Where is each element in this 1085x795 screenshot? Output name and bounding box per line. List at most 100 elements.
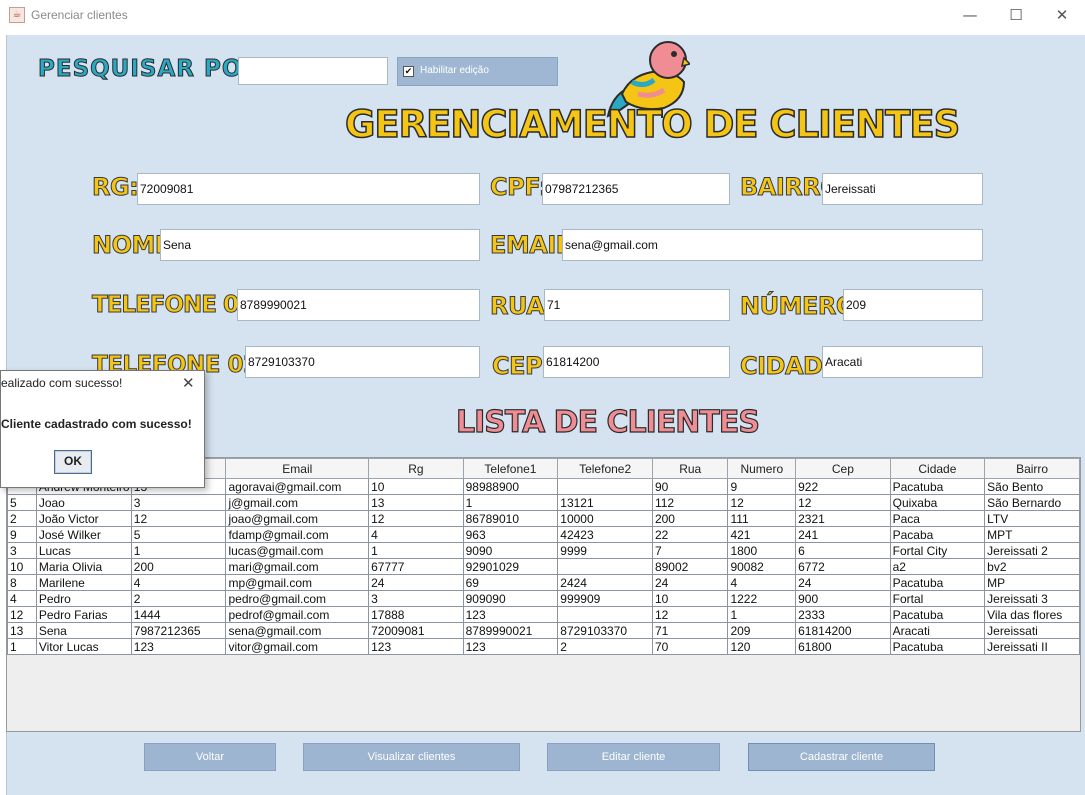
table-cell: 123 bbox=[462, 606, 559, 623]
dialog-close-icon[interactable]: ✕ bbox=[182, 374, 195, 392]
table-cell: 6772 bbox=[795, 558, 891, 575]
table-cell: 7987212365 bbox=[130, 622, 227, 639]
cidade-field[interactable]: Aracati bbox=[822, 346, 983, 378]
table-cell: 900 bbox=[795, 590, 891, 607]
column-header[interactable]: Cep bbox=[795, 458, 891, 479]
table-cell: Pacatuba bbox=[889, 638, 986, 655]
table-row[interactable]: 4 Pedro 2 pedro@gmail.com 3 909090 999909 10 122… bbox=[7, 590, 1080, 607]
cpf-field[interactable]: 07987212365 bbox=[542, 173, 730, 205]
bairro-field[interactable]: Jereissati bbox=[822, 173, 983, 205]
table-cell: 90 bbox=[651, 478, 729, 495]
table-row[interactable]: 5 Joao 3 j@gmail.com 13 1 13121 112 12 12 Quixaba S… bbox=[7, 494, 1080, 511]
column-header[interactable]: Rg bbox=[368, 458, 464, 479]
voltar-button[interactable]: Voltar bbox=[144, 743, 276, 771]
table-row[interactable]: 12 Pedro Farias 1444 pedrof@gmail.com 17888 1… bbox=[7, 606, 1080, 623]
table-cell: 2424 bbox=[557, 574, 653, 591]
table-cell: 13 bbox=[368, 494, 464, 511]
table-cell: LTV bbox=[984, 510, 1080, 527]
cadastrar-cliente-button[interactable]: Cadastrar cliente bbox=[748, 743, 935, 771]
page-title: GERENCIAMENTO DE CLIENTES bbox=[344, 102, 961, 147]
table-row[interactable]: 13 Sena 7987212365 sena@gmail.com 72009081 87… bbox=[7, 622, 1080, 639]
table-cell: 1800 bbox=[727, 542, 797, 559]
minimize-icon[interactable]: — bbox=[947, 0, 993, 31]
nome-field[interactable]: Sena bbox=[160, 229, 480, 261]
cep-field[interactable]: 61814200 bbox=[543, 346, 730, 378]
table-cell: 4 bbox=[727, 574, 797, 591]
table-cell: 5 bbox=[130, 526, 227, 543]
success-dialog: ealizado com sucesso! ✕ Cliente cadastra… bbox=[0, 370, 205, 488]
table-row[interactable]: 1 Vitor Lucas 123 vitor@gmail.com 123 123 2 70 1… bbox=[7, 638, 1080, 655]
table-cell: Pacaba bbox=[889, 526, 986, 543]
column-header[interactable]: Bairro bbox=[984, 458, 1080, 479]
table-cell: 1 bbox=[130, 542, 227, 559]
table-row[interactable]: 2 João Victor 12 joao@gmail.com 12 86789010 10… bbox=[7, 510, 1080, 527]
table-cell bbox=[557, 606, 653, 623]
column-header[interactable]: Email bbox=[225, 458, 370, 479]
maximize-icon[interactable]: ☐ bbox=[993, 0, 1039, 31]
dialog-ok-button[interactable]: OK bbox=[54, 450, 92, 474]
table-row[interactable]: 9 José Wilker 5 fdamp@gmail.com 4 963 42423 22 4… bbox=[7, 526, 1080, 543]
table-cell: 72009081 bbox=[368, 622, 464, 639]
table-body: Andrew Monteiro13agoravai@gmail.com10989… bbox=[7, 478, 1080, 655]
edit-toggle[interactable]: ✔ Habilitar edição bbox=[397, 57, 558, 86]
rua-field[interactable]: 71 bbox=[544, 289, 730, 321]
telefone2-field[interactable]: 8729103370 bbox=[245, 346, 480, 378]
table-cell: 120 bbox=[727, 638, 797, 655]
table-cell: 7 bbox=[651, 542, 729, 559]
table-cell: 4 bbox=[130, 574, 227, 591]
telefone1-label: TELEFONE 01: bbox=[91, 292, 262, 319]
table-cell: Jereissati bbox=[984, 622, 1080, 639]
table-cell: 1222 bbox=[727, 590, 797, 607]
table-cell: 123 bbox=[130, 638, 227, 655]
table-cell: Fortal bbox=[889, 590, 986, 607]
table-cell: Pacatuba bbox=[889, 478, 986, 495]
column-header[interactable]: Cidade bbox=[889, 458, 986, 479]
table-cell: Jereissati 3 bbox=[984, 590, 1080, 607]
column-header[interactable]: Telefone1 bbox=[462, 458, 559, 479]
table-cell: fdamp@gmail.com bbox=[225, 526, 370, 543]
table-cell: 2 bbox=[7, 510, 37, 527]
editar-cliente-button[interactable]: Editar cliente bbox=[547, 743, 720, 771]
table-cell: MPT bbox=[984, 526, 1080, 543]
table-cell: 24 bbox=[795, 574, 891, 591]
table-cell: 67777 bbox=[368, 558, 464, 575]
column-header[interactable]: Numero bbox=[727, 458, 797, 479]
table-cell: 71 bbox=[651, 622, 729, 639]
table-cell bbox=[557, 478, 653, 495]
search-cpf-input[interactable] bbox=[238, 57, 388, 85]
table-cell: 1 bbox=[727, 606, 797, 623]
column-header[interactable]: Rua bbox=[651, 458, 729, 479]
table-cell: bv2 bbox=[984, 558, 1080, 575]
table-cell: Quixaba bbox=[889, 494, 986, 511]
table-row[interactable]: 8 Marilene 4 mp@gmail.com 24 69 2424 24 4 24 Pacat… bbox=[7, 574, 1080, 591]
rg-field[interactable]: 72009081 bbox=[137, 173, 480, 205]
table-cell: Pedro Farias bbox=[35, 606, 132, 623]
email-field[interactable]: sena@gmail.com bbox=[562, 229, 983, 261]
table-cell: 90082 bbox=[727, 558, 797, 575]
table-cell: João Victor bbox=[35, 510, 132, 527]
table-cell: 61800 bbox=[795, 638, 891, 655]
table-cell: 200 bbox=[651, 510, 729, 527]
table-cell: 69 bbox=[462, 574, 559, 591]
table-row[interactable]: 3 Lucas 1 lucas@gmail.com 1 9090 9999 7 1800 6 For… bbox=[7, 542, 1080, 559]
visualizar-clientes-button[interactable]: Visualizar clientes bbox=[303, 743, 520, 771]
cpf-label: CPF: bbox=[490, 173, 549, 202]
column-header[interactable]: Telefone2 bbox=[557, 458, 653, 479]
table-cell: pedrof@gmail.com bbox=[225, 606, 370, 623]
table-cell: Jereissati II bbox=[984, 638, 1080, 655]
table-cell: 8 bbox=[7, 574, 37, 591]
table-cell: 12 bbox=[368, 510, 464, 527]
numero-field[interactable]: 209 bbox=[843, 289, 983, 321]
checkbox-checked-icon[interactable]: ✔ bbox=[403, 66, 414, 77]
table-cell: 2333 bbox=[795, 606, 891, 623]
table-row[interactable]: 10 Maria Olivia 200 mari@gmail.com 67777 9290… bbox=[7, 558, 1080, 575]
telefone1-field[interactable]: 8789990021 bbox=[237, 289, 480, 321]
table-cell: 9999 bbox=[557, 542, 653, 559]
table-cell: Lucas bbox=[35, 542, 132, 559]
close-icon[interactable]: ✕ bbox=[1039, 0, 1085, 31]
table-cell: 999909 bbox=[557, 590, 653, 607]
table-cell: 17888 bbox=[368, 606, 464, 623]
table-cell: 3 bbox=[368, 590, 464, 607]
table-cell: sena@gmail.com bbox=[225, 622, 370, 639]
clients-table[interactable]: Email Rg Telefone1 Telefone2 Rua Numero … bbox=[6, 457, 1081, 732]
